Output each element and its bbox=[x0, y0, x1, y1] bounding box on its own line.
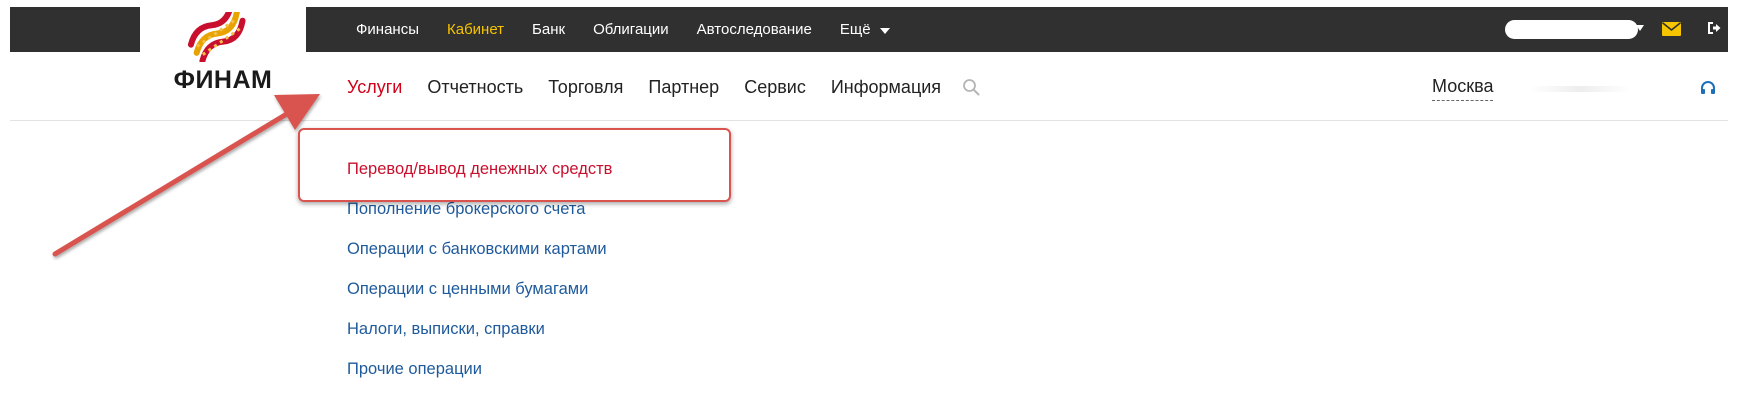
mainnav-item-reports[interactable]: Отчетность bbox=[427, 77, 523, 98]
mail-icon[interactable] bbox=[1662, 22, 1681, 36]
topnav-item-finance[interactable]: Финансы bbox=[356, 21, 419, 38]
topnav-more-label: Ещё bbox=[839, 21, 871, 38]
submenu-item-other[interactable]: Прочие операции bbox=[347, 359, 612, 399]
phone-number-redacted bbox=[1530, 86, 1630, 92]
headset-icon[interactable] bbox=[1700, 81, 1716, 95]
logo-text: ФИНАМ bbox=[173, 66, 273, 94]
submenu-item-taxes-statements[interactable]: Налоги, выписки, справки bbox=[347, 319, 612, 359]
finam-logo-icon bbox=[187, 12, 246, 62]
topnav-item-autofollow[interactable]: Автоследование bbox=[697, 21, 812, 38]
topnav-item-cabinet[interactable]: Кабинет bbox=[447, 21, 504, 38]
city-selector[interactable]: Москва bbox=[1432, 76, 1494, 101]
main-nav: Услуги Отчетность Торговля Партнер Серви… bbox=[347, 72, 980, 102]
user-menu-caret-icon[interactable] bbox=[1636, 25, 1644, 31]
logout-icon[interactable] bbox=[1707, 21, 1721, 35]
user-menu[interactable] bbox=[1505, 20, 1638, 39]
header-divider bbox=[10, 120, 1728, 121]
mainnav-item-services[interactable]: Услуги bbox=[347, 77, 402, 98]
topnav-item-bonds[interactable]: Облигации bbox=[593, 21, 669, 38]
mainnav-item-trading[interactable]: Торговля bbox=[548, 77, 623, 98]
topnav-more-menu[interactable]: Ещё bbox=[840, 21, 890, 38]
chevron-down-icon bbox=[879, 27, 890, 34]
mainnav-item-partner[interactable]: Партнер bbox=[648, 77, 719, 98]
highlight-box bbox=[298, 128, 731, 202]
search-icon[interactable] bbox=[962, 78, 980, 96]
submenu-item-deposit[interactable]: Пополнение брокерского счета bbox=[347, 199, 612, 239]
submenu-item-securities[interactable]: Операции с ценными бумагами bbox=[347, 279, 612, 319]
top-nav: Финансы Кабинет Банк Облигации Автоследо… bbox=[356, 7, 918, 52]
submenu-item-bank-cards[interactable]: Операции с банковскими картами bbox=[347, 239, 612, 279]
mainnav-item-service[interactable]: Сервис bbox=[744, 77, 806, 98]
mainnav-item-information[interactable]: Информация bbox=[831, 77, 941, 98]
topnav-item-bank[interactable]: Банк bbox=[532, 21, 565, 38]
logo[interactable]: ФИНАМ bbox=[140, 0, 306, 120]
